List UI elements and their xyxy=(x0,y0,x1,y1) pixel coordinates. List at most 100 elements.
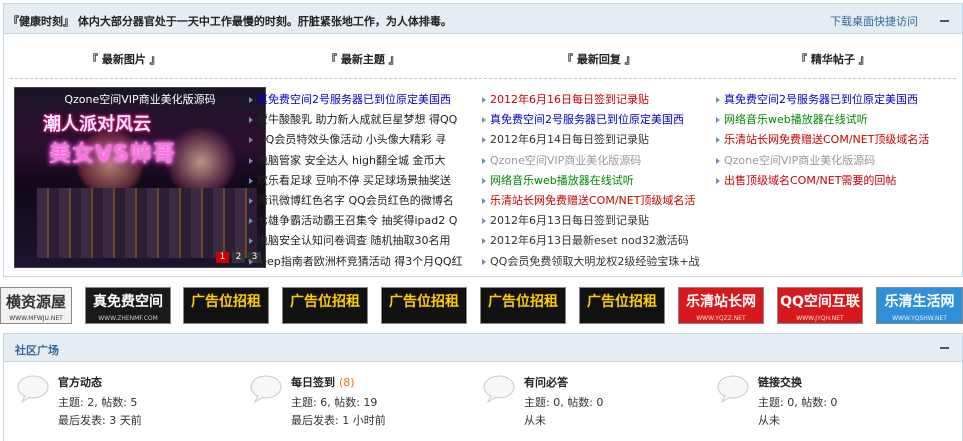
topic-link[interactable]: Jeep指南者欧洲杯竞猜活动 得3个月QQ红 xyxy=(257,255,463,268)
forum-title[interactable]: 官方动态 xyxy=(58,376,102,389)
bullet-arrow-icon xyxy=(716,137,720,144)
bullet-arrow-icon xyxy=(249,258,253,265)
banner-ad[interactable]: 广告位招租 xyxy=(381,287,467,324)
bullet-arrow-icon xyxy=(716,157,720,164)
topic-link[interactable]: 电脑安全认知问卷调查 随机抽取30名用 xyxy=(257,234,451,247)
latest-topics-list: 真免费空间2号服务器已到位原定美国西 蒙牛酸酸乳 助力新人成就巨星梦想 得QQ QQ… xyxy=(249,90,479,272)
reply-link[interactable]: 2012年6月13日每日签到记录贴 xyxy=(490,214,649,227)
health-tip: 『健康时刻』 体内大部分器官处于一天中工作最慢的时刻。肝脏紧张地工作，为人体排毒… xyxy=(8,15,452,28)
forum-name[interactable]: 有问必答 xyxy=(524,374,572,390)
banner-label: 广告位招租 xyxy=(389,294,459,310)
forum-bubble-icon[interactable] xyxy=(482,375,516,403)
banner-ad[interactable]: 横资源屋 WWW.MFWJU.NET xyxy=(0,287,72,324)
topic-item: 电脑安全认知问卷调查 随机抽取30名用 xyxy=(249,231,479,251)
topic-link[interactable]: 七雄争霸活动霸王召集令 抽奖得ipad2 Q xyxy=(257,214,457,227)
reply-item: 2012年6月16日每日签到记录贴 xyxy=(482,90,718,110)
featured-link[interactable]: Qzone空间VIP商业美化版源码 xyxy=(724,154,875,167)
collapse-icon[interactable] xyxy=(940,347,949,349)
reply-item: 乐清站长网免费赠送COM/NET顶级域名活 xyxy=(482,191,718,211)
banner-ad[interactable]: 真免费空间 WWW.ZHENMF.COM xyxy=(85,287,171,324)
banner-url: WWW.YQZZ.NET xyxy=(696,315,746,322)
promo-subheadline: 美女VS帅哥 xyxy=(49,142,176,167)
banner-label: 横资源屋 xyxy=(5,293,66,311)
promo-page-2[interactable]: 2 xyxy=(232,252,245,263)
forum-last-post: 最后发表: 3 天前 xyxy=(58,414,142,427)
featured-item: 出售顶级域名COM/NET需要的回帖 xyxy=(716,171,960,191)
community-box: 社区广场 官方动态 主题: 2, 帖数: 5 最后发表: 3 天前 每日签到 (8) 主题… xyxy=(3,333,963,441)
topic-link[interactable]: 欢乐看足球 豆响不停 买足球场景抽奖送 xyxy=(257,174,451,187)
topic-item: 七雄争霸活动霸王召集令 抽奖得ipad2 Q xyxy=(249,211,479,231)
promo-page-1[interactable]: 1 xyxy=(216,252,229,263)
reply-link[interactable]: 网络音乐web播放器在线试听 xyxy=(490,174,634,187)
banner-label: 乐清生活网 xyxy=(884,294,955,310)
featured-link[interactable]: 真免费空间2号服务器已到位原定美国西 xyxy=(724,93,918,106)
collapse-icon[interactable] xyxy=(940,20,949,22)
reply-link[interactable]: 2012年6月13日最新eset nod32激活码 xyxy=(490,234,689,247)
topic-item: 腾讯微博红色名字 QQ会员红色的微博名 xyxy=(249,191,479,211)
banner-ad[interactable]: 广告位招租 xyxy=(183,287,269,324)
featured-item: 乐清站长网免费赠送COM/NET顶级域名活 xyxy=(716,130,960,150)
forum-today-count: (8) xyxy=(339,376,355,389)
bullet-arrow-icon xyxy=(249,197,253,204)
featured-item: Qzone空间VIP商业美化版源码 xyxy=(716,151,960,171)
forum-title[interactable]: 每日签到 xyxy=(291,376,335,389)
topic-link[interactable]: QQ会员特效头像活动 小头像大精彩 寻 xyxy=(257,133,446,146)
banner-ad[interactable]: 广告位招租 xyxy=(579,287,665,324)
bullet-arrow-icon xyxy=(249,238,253,245)
reply-link[interactable]: 真免费空间2号服务器已到位原定美国西 xyxy=(490,113,684,126)
forum-entry: 链接交换 主题: 0, 帖数: 0 从未 xyxy=(716,372,936,432)
reply-link[interactable]: Qzone空间VIP商业美化版源码 xyxy=(490,154,641,167)
banner-ad[interactable]: 乐清生活网 WWW.YQSHW.NET xyxy=(876,287,963,324)
forum-name[interactable]: 链接交换 xyxy=(758,374,806,390)
reply-link[interactable]: 2012年6月14日每日签到记录贴 xyxy=(490,133,649,146)
reply-link[interactable]: 2012年6月16日每日签到记录贴 xyxy=(490,93,649,106)
banner-ad[interactable]: 乐清站长网 WWW.YQZZ.NET xyxy=(678,287,764,324)
bullet-arrow-icon xyxy=(482,117,486,124)
topic-item: QQ会员特效头像活动 小头像大精彩 寻 xyxy=(249,130,479,150)
forum-name[interactable]: 官方动态 xyxy=(58,374,106,390)
bullet-arrow-icon xyxy=(716,177,720,184)
bullet-arrow-icon xyxy=(249,97,253,103)
promo-title: Qzone空间VIP商业美化版源码 xyxy=(64,93,216,106)
topic-link[interactable]: 蒙牛酸酸乳 助力新人成就巨星梦想 得QQ xyxy=(257,113,457,126)
topic-link[interactable]: 腾讯微博红色名字 QQ会员红色的微博名 xyxy=(257,194,454,207)
topic-item: 蒙牛酸酸乳 助力新人成就巨星梦想 得QQ xyxy=(249,110,479,130)
reply-link[interactable]: QQ会员免费领取大明龙权2级经验宝珠+战 xyxy=(490,255,700,268)
bullet-arrow-icon xyxy=(482,258,486,265)
reply-item: 2012年6月14日每日签到记录贴 xyxy=(482,130,718,150)
banner-ad[interactable]: 广告位招租 xyxy=(282,287,368,324)
forum-last-post: 从未 xyxy=(524,414,546,427)
banner-ad[interactable]: QQ空间互联 WWW.JYQH.NET xyxy=(777,287,863,324)
reply-item: Qzone空间VIP商业美化版源码 xyxy=(482,151,718,171)
forum-title[interactable]: 有问必答 xyxy=(524,376,568,389)
divider xyxy=(10,78,956,79)
forum-title[interactable]: 链接交换 xyxy=(758,376,802,389)
bullet-arrow-icon xyxy=(482,177,486,184)
friend-link-banner-row: 横资源屋 WWW.MFWJU.NET 真免费空间 WWW.ZHENMF.COM 广告位招… xyxy=(0,287,963,327)
forum-entry: 每日签到 (8) 主题: 6, 帖数: 19 最后发表: 1 小时前 xyxy=(249,372,469,432)
forum-name[interactable]: 每日签到 (8) xyxy=(291,374,355,390)
topic-item: Jeep指南者欧洲杯竞猜活动 得3个月QQ红 xyxy=(249,252,479,272)
community-header-bar: 社区广场 xyxy=(4,334,962,362)
bullet-arrow-icon xyxy=(249,137,253,144)
forum-bubble-icon[interactable] xyxy=(16,375,50,403)
latest-picture-slideshow[interactable]: Qzone空间VIP商业美化版源码 潮人派对风云 美女VS帅哥 1 2 3 xyxy=(14,87,266,268)
featured-link[interactable]: 出售顶级域名COM/NET需要的回帖 xyxy=(724,174,896,187)
forum-bubble-icon[interactable] xyxy=(249,375,283,403)
download-desktop-shortcut-link[interactable]: 下载桌面快捷访问 xyxy=(830,13,918,29)
community-title[interactable]: 社区广场 xyxy=(15,342,59,358)
featured-item: 真免费空间2号服务器已到位原定美国西 xyxy=(716,90,960,110)
topic-link[interactable]: 电脑管家 安全达人 high翻全城 金币大 xyxy=(257,154,445,167)
reply-link[interactable]: 乐清站长网免费赠送COM/NET顶级域名活 xyxy=(490,194,695,207)
portal-header-bar: 『健康时刻』 体内大部分器官处于一天中工作最慢的时刻。肝脏紧张地工作，为人体排毒… xyxy=(4,4,962,34)
featured-posts-heading: 『 精华帖子 』 xyxy=(796,53,870,66)
bullet-arrow-icon xyxy=(249,218,253,225)
bullet-arrow-icon xyxy=(482,218,486,225)
topic-link[interactable]: 真免费空间2号服务器已到位原定美国西 xyxy=(257,93,451,106)
featured-link[interactable]: 乐清站长网免费赠送COM/NET顶级域名活 xyxy=(724,133,929,146)
topic-item: 电脑管家 安全达人 high翻全城 金币大 xyxy=(249,151,479,171)
banner-label: 广告位招租 xyxy=(488,294,558,310)
banner-ad[interactable]: 广告位招租 xyxy=(480,287,566,324)
featured-link[interactable]: 网络音乐web播放器在线试听 xyxy=(724,113,868,126)
forum-bubble-icon[interactable] xyxy=(716,375,750,403)
